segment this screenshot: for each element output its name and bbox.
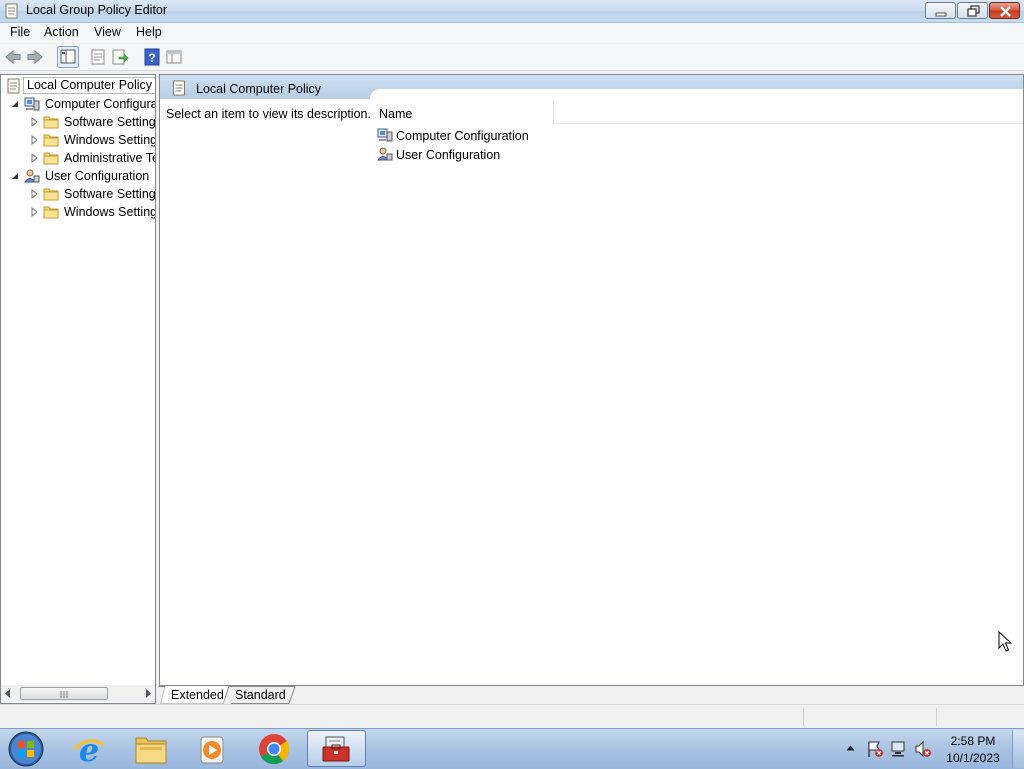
tree-item-label: Local Computer Policy [23, 77, 155, 94]
menu-help[interactable]: Help [136, 25, 162, 39]
column-header-name[interactable]: Name [373, 101, 554, 123]
tree-item-computer-configuration[interactable]: Computer Configura [1, 95, 156, 113]
user-config-icon [377, 147, 393, 161]
svg-text:?: ? [148, 51, 155, 65]
toolbox-icon [322, 736, 350, 762]
status-bar [0, 704, 1024, 729]
view-tabs: Extended Standard [159, 686, 1024, 704]
user-config-icon [24, 169, 40, 183]
export-list-icon[interactable] [110, 47, 130, 67]
details-header-title: Local Computer Policy [196, 82, 322, 96]
show-hide-tree-icon[interactable] [57, 46, 79, 68]
collapsed-arrow-icon[interactable] [30, 207, 38, 217]
forward-arrow-icon[interactable] [25, 47, 45, 67]
toolbar: ? [0, 44, 1024, 71]
media-player-icon[interactable] [183, 731, 241, 767]
tree-item-user-configuration[interactable]: User Configuration [1, 167, 155, 185]
scroll-left-arrow-icon[interactable] [4, 689, 12, 698]
horizontal-scrollbar[interactable] [1, 685, 155, 702]
folder-icon [43, 206, 59, 219]
restore-button[interactable] [957, 2, 988, 19]
computer-config-icon [377, 128, 393, 142]
tree-item-label: Windows Setting [64, 205, 156, 219]
title-bar[interactable]: Local Group Policy Editor [0, 0, 1024, 23]
tree-item-computer-software-settings[interactable]: Software Settings [1, 113, 156, 131]
network-icon[interactable] [890, 740, 908, 758]
computer-config-icon [24, 97, 40, 111]
minimize-button[interactable] [925, 2, 956, 19]
policy-document-icon [5, 3, 18, 19]
action-center-flag-icon[interactable] [866, 740, 884, 758]
tree-item-label: Software Settings [64, 115, 156, 129]
tree-item-label: Computer Configura [45, 97, 156, 111]
properties-icon[interactable] [88, 47, 108, 67]
clock-time[interactable]: 2:58 PM [940, 734, 1006, 748]
scroll-right-arrow-icon[interactable] [144, 689, 152, 698]
tree-item-label: Software Settings [64, 187, 156, 201]
show-desktop-button[interactable] [1012, 730, 1024, 768]
taskbar: e 2:58 PM 10/1/2023 [0, 728, 1024, 769]
restore-icon [967, 5, 980, 17]
menu-bar: File Action View Help [0, 23, 1024, 43]
tab-standard[interactable]: Standard [235, 688, 286, 705]
tree-item-user-software-settings[interactable]: Software Settings [1, 185, 156, 203]
internet-explorer-icon[interactable]: e [60, 731, 118, 767]
console-window-icon[interactable] [164, 47, 184, 67]
header-curve [370, 89, 1023, 99]
policy-document-icon [7, 78, 20, 94]
column-divider [553, 123, 1023, 124]
folder-icon [43, 152, 59, 165]
tree-item-label: Windows Setting [64, 133, 156, 147]
help-icon[interactable]: ? [142, 47, 162, 67]
status-separator [936, 708, 937, 726]
tree-pane[interactable]: Local Computer Policy Computer Configura… [0, 74, 156, 704]
list-item-label: Computer Configuration [396, 129, 529, 143]
menu-action[interactable]: Action [44, 25, 79, 39]
collapsed-arrow-icon[interactable] [30, 189, 38, 199]
tree-item-computer-windows-settings[interactable]: Windows Setting [1, 131, 156, 149]
collapsed-arrow-icon[interactable] [30, 117, 38, 127]
show-hidden-icons-arrow-icon[interactable] [846, 744, 855, 752]
file-explorer-icon[interactable] [122, 731, 180, 767]
expanded-arrow-icon[interactable] [11, 99, 19, 109]
svg-text:e: e [79, 731, 99, 767]
folder-icon [43, 134, 59, 147]
mouse-cursor-icon [998, 631, 1012, 652]
collapsed-arrow-icon[interactable] [30, 135, 38, 145]
policy-document-icon [173, 80, 185, 96]
back-arrow-icon[interactable] [3, 47, 23, 67]
close-icon [1000, 6, 1011, 17]
chrome-icon[interactable] [245, 731, 303, 767]
window-title: Local Group Policy Editor [26, 3, 168, 17]
volume-muted-icon[interactable] [914, 740, 932, 758]
tree-item-administrative-templates[interactable]: Administrative Te [1, 149, 156, 167]
close-button[interactable] [989, 2, 1020, 19]
folder-icon [43, 188, 59, 201]
list-item-label: User Configuration [396, 148, 501, 162]
start-orb-icon[interactable] [6, 730, 46, 768]
grip-icon [60, 691, 68, 698]
menu-view[interactable]: View [94, 25, 121, 39]
tree-item-local-computer-policy[interactable]: Local Computer Policy [1, 77, 155, 95]
tree-item-label: Administrative Te [64, 151, 156, 165]
tree-item-label: User Configuration [45, 169, 150, 183]
tab-extended[interactable]: Extended [171, 688, 224, 705]
status-separator [803, 708, 804, 726]
tree-item-user-windows-settings[interactable]: Windows Setting [1, 203, 156, 221]
taskbar-group-policy-editor[interactable] [307, 730, 366, 767]
clock-date[interactable]: 10/1/2023 [940, 751, 1006, 765]
description-text: Select an item to view its description. [166, 107, 371, 121]
expanded-arrow-icon[interactable] [11, 171, 19, 181]
details-pane[interactable]: Local Computer Policy Select an item to … [159, 74, 1024, 686]
scrollbar-thumb[interactable] [20, 687, 108, 700]
column-header-label: Name [379, 107, 413, 121]
collapsed-arrow-icon[interactable] [30, 153, 38, 163]
minimize-icon [935, 12, 947, 17]
folder-icon [43, 116, 59, 129]
menu-file[interactable]: File [10, 25, 30, 39]
